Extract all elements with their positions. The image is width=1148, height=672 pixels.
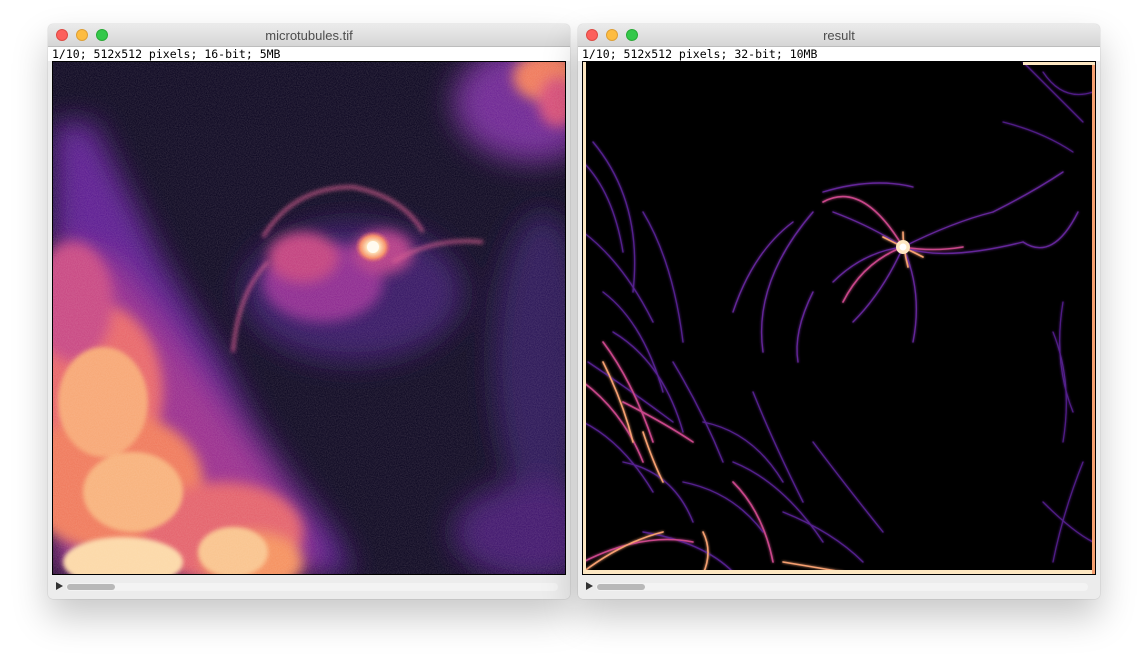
image-canvas[interactable] (52, 61, 566, 575)
image-info-bar: 1/10; 512x512 pixels; 16-bit; 5MB (48, 47, 570, 61)
stack-controls (48, 576, 570, 599)
minimize-icon[interactable] (76, 29, 88, 41)
title-bar[interactable]: microtubules.tif (48, 24, 570, 47)
stack-controls (578, 576, 1100, 599)
image-canvas[interactable] (582, 61, 1096, 575)
play-icon[interactable] (586, 582, 593, 590)
minimize-icon[interactable] (606, 29, 618, 41)
stack-slider[interactable] (66, 583, 558, 591)
desktop: microtubules.tif 1/10; 512x512 pixels; 1… (0, 0, 1148, 672)
close-icon[interactable] (56, 29, 68, 41)
play-icon[interactable] (56, 582, 63, 590)
close-icon[interactable] (586, 29, 598, 41)
filtered-image (583, 62, 1095, 574)
image-info-text: 1/10; 512x512 pixels; 32-bit; 10MB (582, 47, 818, 61)
window-title: result (823, 28, 855, 43)
microscopy-image (53, 62, 565, 574)
image-window-microtubules: microtubules.tif 1/10; 512x512 pixels; 1… (48, 24, 570, 599)
stack-slider[interactable] (596, 583, 1088, 591)
zoom-icon[interactable] (626, 29, 638, 41)
slider-thumb[interactable] (67, 584, 115, 590)
image-window-result: result 1/10; 512x512 pixels; 32-bit; 10M… (578, 24, 1100, 599)
image-info-text: 1/10; 512x512 pixels; 16-bit; 5MB (52, 47, 281, 61)
title-bar[interactable]: result (578, 24, 1100, 47)
zoom-icon[interactable] (96, 29, 108, 41)
window-title: microtubules.tif (265, 28, 353, 43)
image-info-bar: 1/10; 512x512 pixels; 32-bit; 10MB (578, 47, 1100, 61)
slider-thumb[interactable] (597, 584, 645, 590)
